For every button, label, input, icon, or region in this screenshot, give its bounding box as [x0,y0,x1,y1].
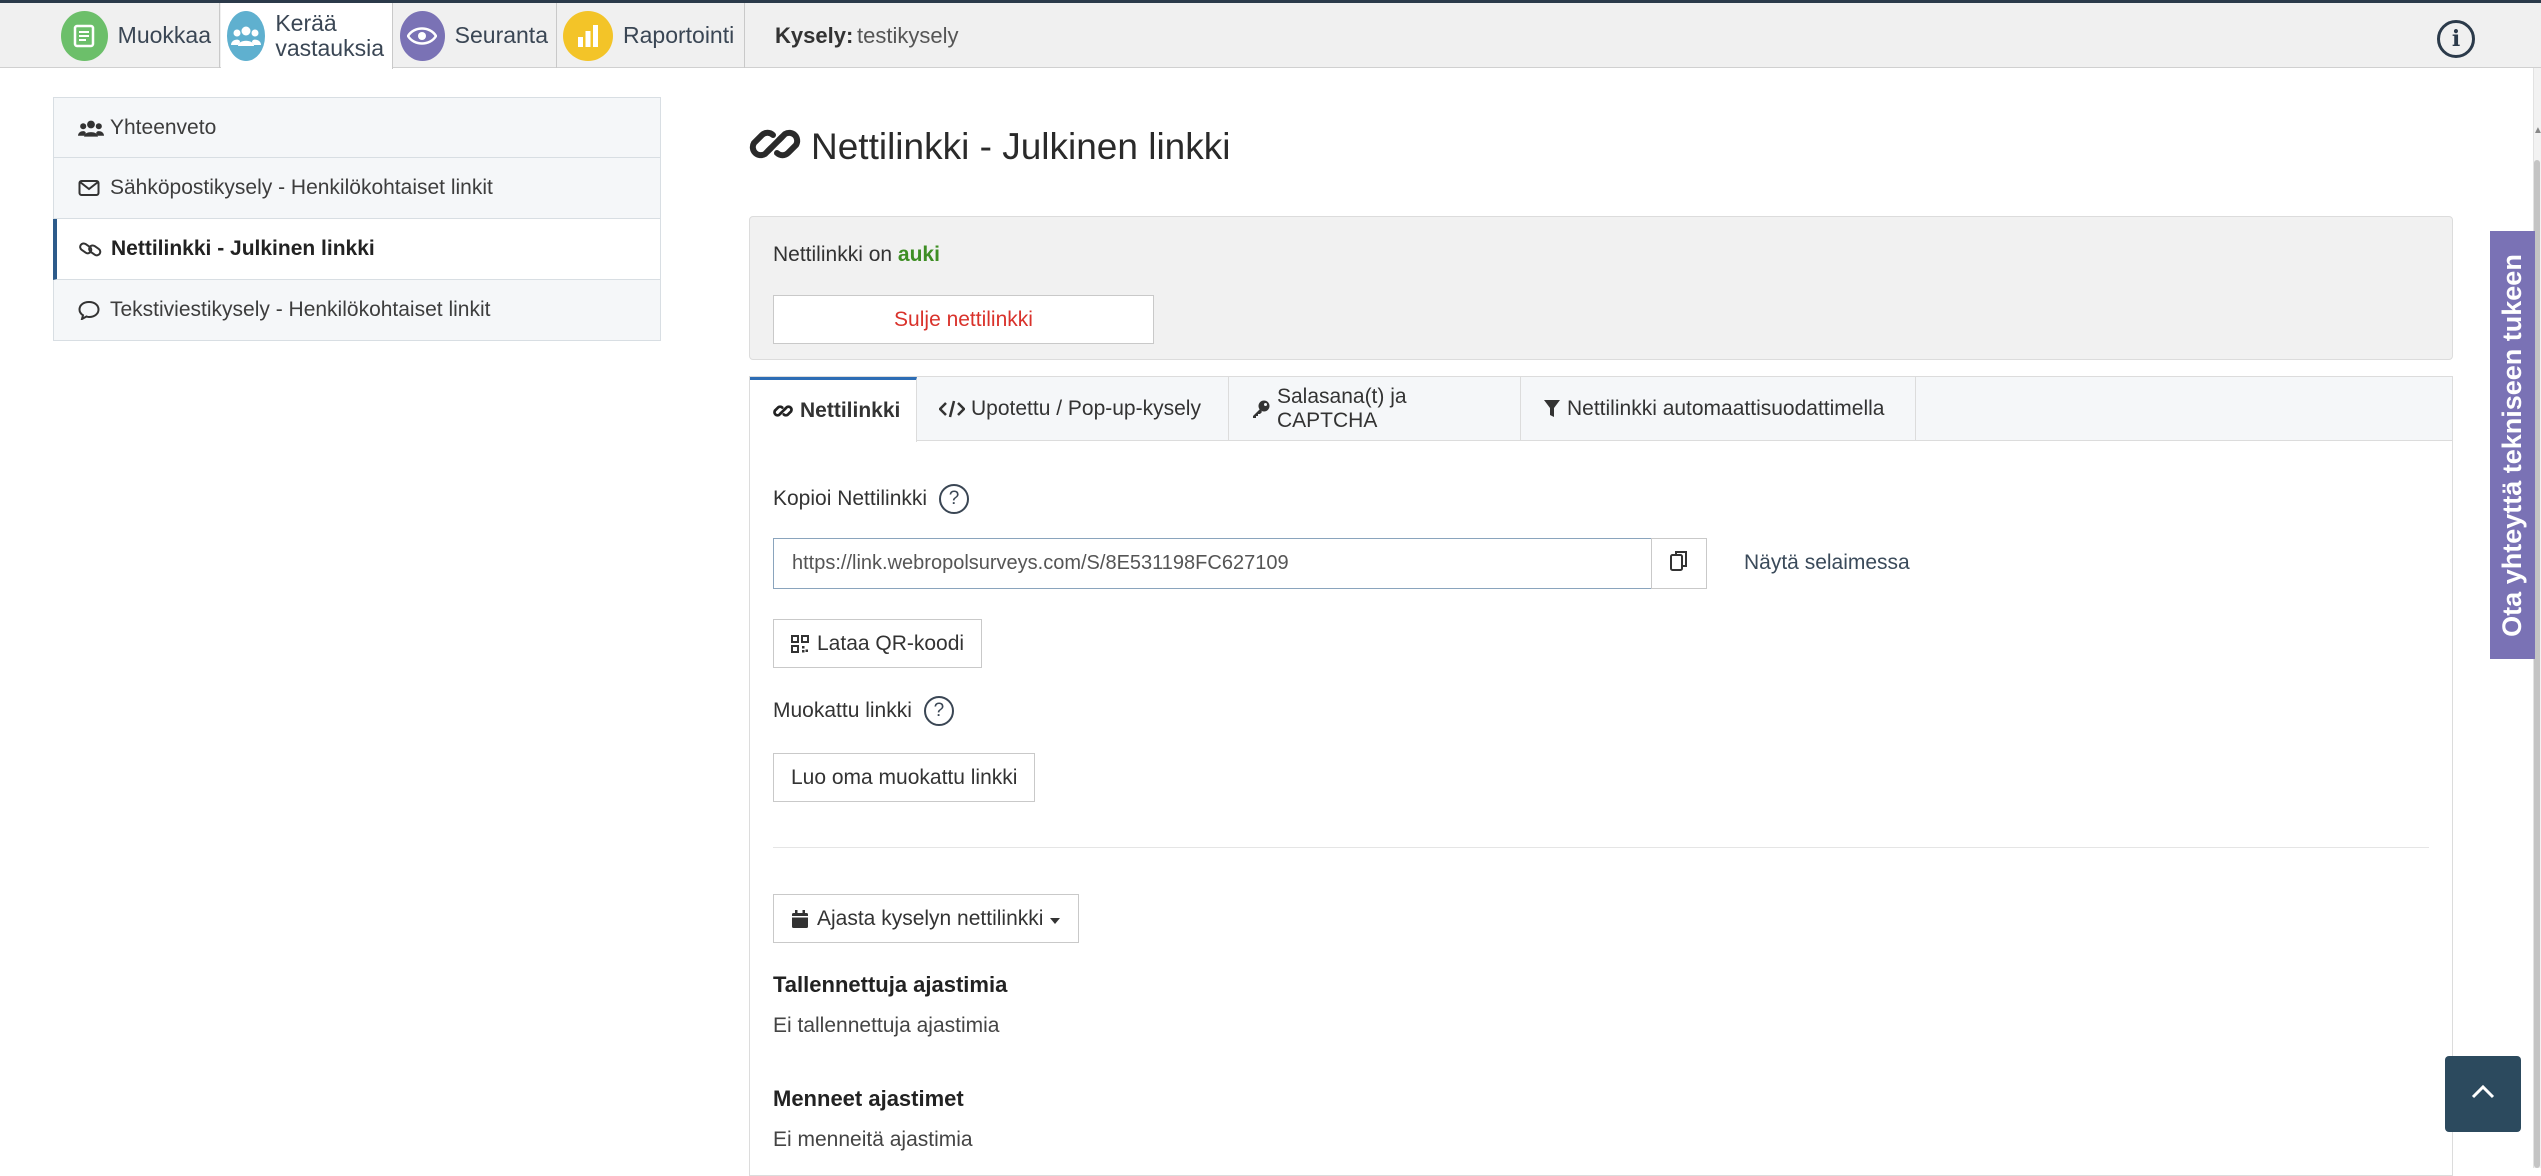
nav-tab-label: Kerää vastauksia [275,11,384,61]
copy-link-label-row: Kopioi Nettilinkki ? [773,484,970,514]
nav-tab-label-line1: Kerää [275,10,337,36]
code-icon [939,400,965,418]
link-icon [79,239,107,259]
caret-down-icon [1049,907,1061,931]
eye-icon [400,10,445,61]
filter-icon [1543,399,1561,419]
divider [773,847,2429,848]
link-status-box: Nettilinkki on auki Sulje nettilinkki [749,216,2453,360]
link-icon [772,401,794,421]
tab-label: Salasana(t) ja CAPTCHA [1277,385,1407,432]
sidebar-item-label: Sähköpostikysely - Henkilökohtaiset link… [110,176,493,199]
qr-code-icon [791,634,809,653]
open-in-browser-link[interactable]: Näytä selaimessa [1744,551,1910,575]
page-title: Nettilinkki - Julkinen linkki [811,125,1231,167]
top-navigation-bar: Muokkaa Kerää vastauksia Seuranta Raport… [0,0,2541,69]
download-qr-button[interactable]: Lataa QR-koodi [773,619,983,668]
help-icon[interactable]: ? [939,484,970,514]
link-status-text: Nettilinkki on auki [773,243,940,267]
button-label: Ajasta kyselyn nettilinkki [817,906,1044,930]
sidebar-item-label: Yhteenveto [110,115,217,139]
users-icon [78,119,106,137]
nav-tab-label: Seuranta [454,22,548,48]
page-title-row: Nettilinkki - Julkinen linkki [749,118,1230,175]
chevron-up-icon [2470,1084,2496,1105]
public-link-url-field[interactable] [773,538,1652,589]
saved-timers-heading: Tallennettuja ajastimia [773,972,1008,997]
envelope-icon [78,179,106,197]
nav-tab-raportointi[interactable]: Raportointi [557,3,745,68]
link-icon [749,118,801,175]
nav-tab-keraa-vastauksia[interactable]: Kerää vastauksia [221,3,393,69]
survey-label: Kysely: [775,23,854,48]
tab-label: Upotettu / Pop-up-kysely [971,397,1201,420]
tab-nettilinkki[interactable]: Nettilinkki [750,377,917,442]
button-label: Luo oma muokattu linkki [791,765,1018,789]
create-custom-link-button[interactable]: Luo oma muokattu linkki [773,753,1036,802]
tab-label: Nettilinkki [800,399,901,422]
link-settings-panel: Nettilinkki Upotettu / Pop-up-kysely Sal… [749,376,2453,1176]
sidebar-item-nettilinkki[interactable]: Nettilinkki - Julkinen linkki [53,219,661,280]
past-timers-text: Ei menneitä ajastimia [773,1128,973,1151]
nav-tab-label-line2: vastauksia [275,35,384,61]
info-icon[interactable]: i [2437,20,2475,58]
comment-icon [78,300,106,320]
contact-support-label: Ota yhteyttä tekniseen tukeen [2497,253,2528,637]
sidebar: Yhteenveto Sähköpostikysely - Henkilökoh… [53,97,661,341]
contact-support-tab[interactable]: Ota yhteyttä tekniseen tukeen [2490,231,2535,659]
edit-document-icon [61,10,108,61]
custom-link-label: Muokattu linkki [773,699,912,722]
tab-upotettu-popup[interactable]: Upotettu / Pop-up-kysely [917,377,1229,441]
custom-link-label-row: Muokattu linkki ? [773,696,954,726]
copy-link-button[interactable] [1651,538,1707,589]
sidebar-item-label: Tekstiviestikysely - Henkilökohtaiset li… [110,298,491,321]
help-icon[interactable]: ? [923,696,954,726]
past-timers-heading: Menneet ajastimet [773,1086,964,1111]
tab-bar: Nettilinkki Upotettu / Pop-up-kysely Sal… [750,377,2452,442]
button-label: Lataa QR-koodi [817,631,965,655]
back-to-top-button[interactable] [2445,1056,2521,1132]
saved-timers-text: Ei tallennettuja ajastimia [773,1014,1000,1037]
key-icon [1251,399,1271,419]
nav-tab-seuranta[interactable]: Seuranta [394,3,557,68]
tab-label: Nettilinkki automaattisuodattimella [1567,397,1885,420]
copy-icon [1670,550,1688,577]
close-link-button[interactable]: Sulje nettilinkki [773,295,1154,344]
tab-salasana-captcha[interactable]: Salasana(t) ja CAPTCHA [1229,377,1521,441]
sidebar-item-yhteenveto[interactable]: Yhteenveto [53,97,661,158]
sidebar-item-label: Nettilinkki - Julkinen linkki [111,237,375,260]
users-icon [227,11,266,61]
sidebar-item-sahkopostikysely[interactable]: Sähköpostikysely - Henkilökohtaiset link… [53,158,661,219]
status-badge: auki [897,243,940,266]
nav-tab-muokkaa[interactable]: Muokkaa [55,3,220,68]
nav-tab-label: Raportointi [623,22,735,48]
survey-name: testikysely [857,23,959,48]
scroll-up-arrow-icon[interactable]: ▲ [2533,125,2541,145]
tab-automaattisuodatin[interactable]: Nettilinkki automaattisuodattimella [1521,377,1916,441]
schedule-link-dropdown-button[interactable]: Ajasta kyselyn nettilinkki [773,894,1080,943]
sidebar-item-tekstiviestikysely[interactable]: Tekstiviestikysely - Henkilökohtaiset li… [53,280,661,341]
copy-link-label: Kopioi Nettilinkki [773,487,928,510]
calendar-icon [791,909,809,929]
bar-chart-icon [563,10,613,61]
status-prefix: Nettilinkki on [773,243,893,266]
nav-tab-label: Muokkaa [117,22,211,48]
